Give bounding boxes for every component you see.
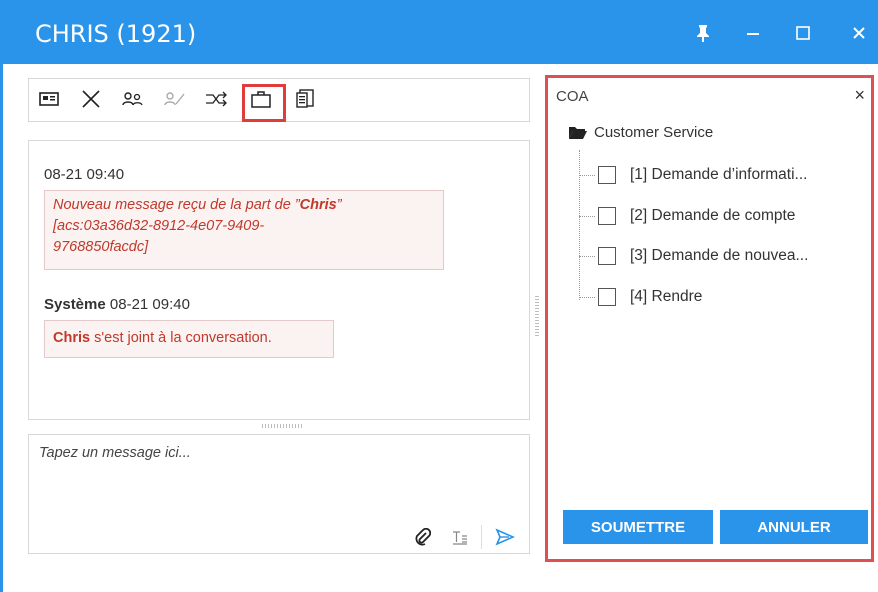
message-id-line: [acs:03a36d32-8912-4e07-9409- <box>53 218 265 234</box>
attach-icon[interactable] <box>413 527 433 548</box>
folder-open-icon <box>568 126 588 140</box>
consult-icon[interactable] <box>121 87 145 111</box>
coa-item-label: [3] Demande de nouvea... <box>630 247 809 264</box>
coa-item-label: [1] Demande d’informati... <box>630 166 808 183</box>
message-name: Chris <box>53 330 91 346</box>
checkbox[interactable] <box>598 288 616 306</box>
message-id-line: 9768850facdc] <box>53 239 149 255</box>
message-timestamp: 08-21 09:40 <box>109 296 190 313</box>
resize-handle-vertical[interactable] <box>535 296 539 336</box>
close-icon[interactable] <box>846 20 872 46</box>
tree-root-customer-service[interactable]: Customer Service <box>568 124 713 141</box>
coa-item-1[interactable]: [1] Demande d’informati... <box>598 166 807 184</box>
contact-card-icon[interactable] <box>37 87 61 111</box>
pin-icon[interactable] <box>690 20 716 46</box>
resize-handle-horizontal[interactable] <box>262 424 302 428</box>
disabled-consult-icon <box>163 87 187 111</box>
tree-connector <box>579 150 581 300</box>
window-title: CHRIS (1921) <box>35 20 197 48</box>
tree-connector <box>579 297 595 298</box>
document-icon[interactable] <box>293 87 317 111</box>
text-format-icon[interactable] <box>451 528 471 548</box>
coa-panel: COA × Customer Service [1] Demande d’inf… <box>545 75 874 562</box>
message-quote: ” <box>336 197 342 213</box>
tree-root-label: Customer Service <box>594 124 714 141</box>
join-message: Chris s'est joint à la conversation. <box>44 320 334 358</box>
title-bar: CHRIS (1921) <box>0 0 878 64</box>
coa-item-label: [2] Demande de compte <box>630 207 796 224</box>
checkbox[interactable] <box>598 247 616 265</box>
system-header: Système 08-21 09:40 <box>44 296 190 313</box>
briefcase-highlight <box>242 84 286 122</box>
checkbox[interactable] <box>598 166 616 184</box>
system-message: Nouveau message reçu de la part de ”Chri… <box>44 190 444 270</box>
close-x-icon[interactable] <box>79 87 103 111</box>
minimize-icon[interactable] <box>740 20 766 46</box>
message-input-placeholder[interactable]: Tapez un message ici... <box>39 445 191 461</box>
message-composer[interactable]: Tapez un message ici... <box>28 434 530 554</box>
divider <box>481 525 482 549</box>
maximize-icon[interactable] <box>790 20 816 46</box>
coa-item-3[interactable]: [3] Demande de nouvea... <box>598 247 808 265</box>
tree-connector <box>579 256 595 257</box>
transfer-icon[interactable] <box>205 87 229 111</box>
coa-item-label: [4] Rendre <box>630 288 703 305</box>
message-text: s'est joint à la conversation. <box>90 330 272 346</box>
coa-item-2[interactable]: [2] Demande de compte <box>598 207 795 225</box>
message-author: Système <box>44 296 106 313</box>
send-icon[interactable] <box>495 528 517 548</box>
coa-item-4[interactable]: [4] Rendre <box>598 288 702 306</box>
tree-connector <box>579 175 595 176</box>
checkbox[interactable] <box>598 207 616 225</box>
tree-connector <box>579 216 595 217</box>
message-timestamp: 08-21 09:40 <box>44 166 125 183</box>
window-left-border <box>0 64 3 592</box>
submit-button[interactable]: SOUMETTRE <box>563 510 713 544</box>
message-sender: Chris <box>299 197 337 213</box>
coa-close-icon[interactable]: × <box>854 85 865 106</box>
cancel-button[interactable]: ANNULER <box>720 510 868 544</box>
message-text: Nouveau message reçu de la part de <box>53 197 295 213</box>
coa-label: COA <box>556 88 589 105</box>
